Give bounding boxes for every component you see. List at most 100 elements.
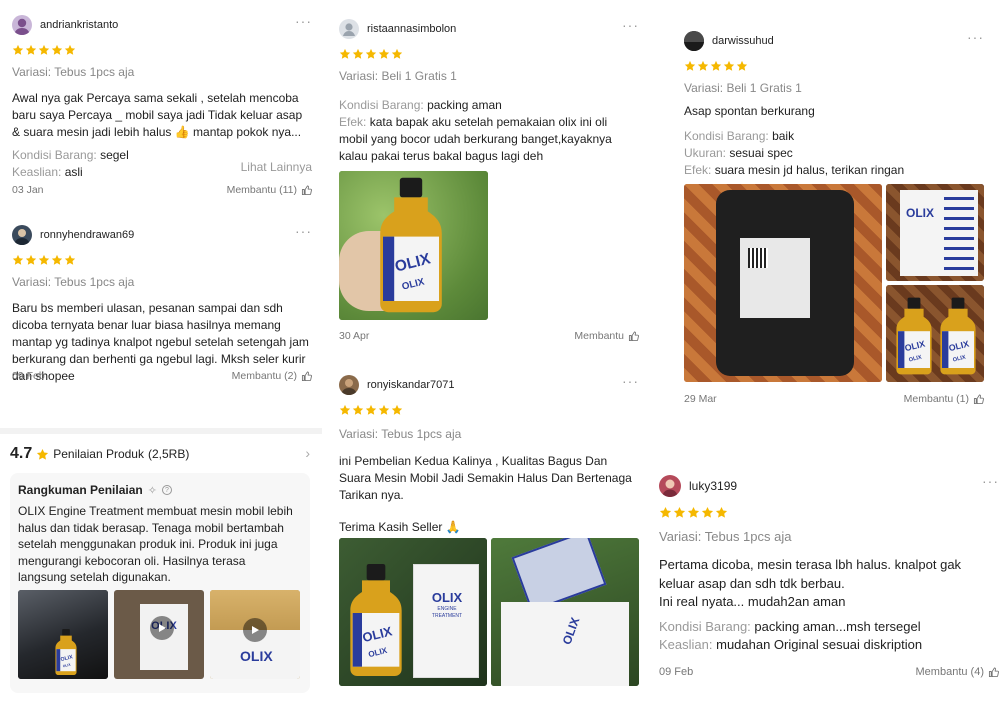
olix-label: OLIX bbox=[431, 590, 463, 605]
column-2: ristaannasimbolon ··· Variasi: Beli 1 Gr… bbox=[327, 0, 650, 701]
helpful-button[interactable]: Membantu (4) bbox=[916, 666, 999, 678]
star-icon bbox=[12, 254, 24, 266]
star-icon bbox=[701, 506, 714, 519]
thumbs-up-icon bbox=[973, 394, 984, 405]
star-icon bbox=[25, 254, 37, 266]
star-icon bbox=[697, 60, 709, 72]
thumbs-up-icon bbox=[628, 331, 639, 342]
star-rating bbox=[12, 254, 312, 267]
product-line-label: TREATMENT bbox=[431, 613, 463, 619]
more-dots-icon[interactable]: ··· bbox=[295, 14, 312, 28]
see-more-link[interactable]: Lihat Lainnya bbox=[241, 160, 312, 174]
review-text: Ini real nyata... mudah2an aman bbox=[659, 594, 846, 609]
username[interactable]: andriankristanto bbox=[40, 19, 118, 31]
avatar[interactable] bbox=[12, 15, 32, 35]
helpful-button[interactable]: Membantu (2) bbox=[232, 370, 312, 382]
helpful-button[interactable]: Membantu (11) bbox=[227, 184, 312, 196]
star-rating bbox=[339, 404, 639, 417]
star-icon bbox=[339, 404, 351, 416]
star-rating bbox=[12, 44, 312, 57]
username[interactable]: luky3199 bbox=[689, 479, 737, 493]
summary-title: Rangkuman Penilaian bbox=[18, 483, 143, 497]
review-card: darwissuhud ··· Variasi: Beli 1 Gratis 1… bbox=[684, 30, 984, 410]
username[interactable]: darwissuhud bbox=[712, 35, 774, 47]
summary-video[interactable]: OLIX bbox=[210, 590, 300, 679]
review-card: ronnyhendrawan69 ··· Variasi: Tebus 1pcs… bbox=[12, 224, 312, 389]
review-attribute: Keaslian: mudahan Original sesuai diskri… bbox=[659, 637, 923, 652]
review-date: 09 Feb bbox=[12, 370, 45, 382]
more-dots-icon[interactable]: ··· bbox=[622, 18, 639, 32]
review-photo[interactable] bbox=[339, 171, 488, 320]
variation-label: Variasi: Beli 1 Gratis 1 bbox=[339, 69, 457, 83]
rating-count: (2,5RB) bbox=[147, 447, 190, 461]
review-date: 30 Apr bbox=[339, 330, 370, 342]
star-icon bbox=[391, 404, 403, 416]
more-dots-icon[interactable]: ··· bbox=[967, 30, 984, 44]
summary-photo[interactable] bbox=[18, 590, 108, 679]
review-date: 09 Feb bbox=[659, 666, 694, 678]
star-icon bbox=[365, 404, 377, 416]
avatar[interactable] bbox=[659, 475, 681, 497]
review-photo[interactable] bbox=[684, 184, 882, 382]
review-photo[interactable]: OLIX bbox=[491, 538, 639, 686]
star-rating bbox=[684, 60, 984, 73]
star-rating bbox=[339, 48, 639, 61]
column-1: andriankristanto ··· Variasi: Tebus 1pcs… bbox=[0, 0, 322, 701]
star-rating bbox=[659, 506, 999, 519]
username[interactable]: ristaannasimbolon bbox=[367, 23, 456, 35]
avatar[interactable] bbox=[339, 19, 359, 39]
avatar[interactable] bbox=[12, 225, 32, 245]
star-icon bbox=[378, 404, 390, 416]
more-dots-icon[interactable]: ··· bbox=[622, 374, 639, 388]
review-attribute: Efek: kata bapak aku setelah pemakaian o… bbox=[339, 115, 612, 163]
product-line-label: ENGINE bbox=[437, 606, 457, 612]
review-date: 03 Jan bbox=[12, 184, 44, 196]
play-icon[interactable] bbox=[243, 618, 267, 642]
star-icon bbox=[391, 48, 403, 60]
sparkle-icon: ✧ bbox=[147, 484, 157, 497]
rating-header[interactable]: 4.7 Penilaian Produk (2,5RB) › bbox=[10, 444, 310, 464]
star-icon bbox=[36, 448, 49, 461]
review-photo[interactable] bbox=[886, 285, 984, 382]
variation-label: Variasi: Tebus 1pcs aja bbox=[339, 427, 462, 441]
star-icon bbox=[723, 60, 735, 72]
thumbs-up-icon bbox=[988, 667, 999, 678]
play-icon[interactable] bbox=[150, 616, 174, 640]
rating-title: Penilaian Produk bbox=[53, 447, 144, 461]
review-card: andriankristanto ··· Variasi: Tebus 1pcs… bbox=[12, 14, 312, 204]
star-icon bbox=[64, 254, 76, 266]
review-text: Asap spontan berkurang bbox=[684, 104, 815, 118]
username[interactable]: ronnyhendrawan69 bbox=[40, 229, 134, 241]
olix-label: OLIX bbox=[906, 206, 935, 220]
username[interactable]: ronyiskandar7071 bbox=[367, 379, 454, 391]
helpful-button[interactable]: Membantu bbox=[574, 330, 639, 342]
thumbs-up-icon bbox=[301, 185, 312, 196]
info-icon[interactable]: ? bbox=[161, 485, 172, 495]
star-icon bbox=[365, 48, 377, 60]
helpful-button[interactable]: Membantu (1) bbox=[904, 393, 984, 405]
rating-score: 4.7 bbox=[10, 445, 33, 462]
more-dots-icon[interactable]: ··· bbox=[982, 474, 999, 488]
avatar[interactable] bbox=[684, 31, 704, 51]
star-icon bbox=[687, 506, 700, 519]
variation-label: Variasi: Beli 1 Gratis 1 bbox=[684, 81, 802, 95]
review-photo[interactable]: OLIX ENGINE TREATMENT bbox=[339, 538, 487, 686]
star-icon bbox=[710, 60, 722, 72]
avatar[interactable] bbox=[339, 375, 359, 395]
review-attribute: Efek: suara mesin jd halus, terikan ring… bbox=[684, 163, 905, 177]
thumbs-up-icon bbox=[301, 371, 312, 382]
more-dots-icon[interactable]: ··· bbox=[295, 224, 312, 238]
column-3: darwissuhud ··· Variasi: Beli 1 Gratis 1… bbox=[654, 0, 1000, 701]
chevron-right-icon[interactable]: › bbox=[305, 445, 310, 461]
review-text: Pertama dicoba, mesin terasa lbh halus. … bbox=[659, 557, 962, 591]
variation-label: Variasi: Tebus 1pcs aja bbox=[659, 529, 792, 544]
review-attribute: Kondisi Barang: baik bbox=[684, 129, 795, 143]
summary-video[interactable]: OLIX bbox=[114, 590, 204, 679]
section-divider bbox=[0, 428, 322, 434]
review-photo[interactable]: OLIX bbox=[886, 184, 984, 281]
review-attribute: Kondisi Barang: packing aman...msh terse… bbox=[659, 618, 921, 634]
star-icon bbox=[715, 506, 728, 519]
olix-label: OLIX bbox=[240, 648, 273, 664]
summary-text: OLIX Engine Treatment membuat mesin mobi… bbox=[18, 504, 293, 584]
star-icon bbox=[659, 506, 672, 519]
